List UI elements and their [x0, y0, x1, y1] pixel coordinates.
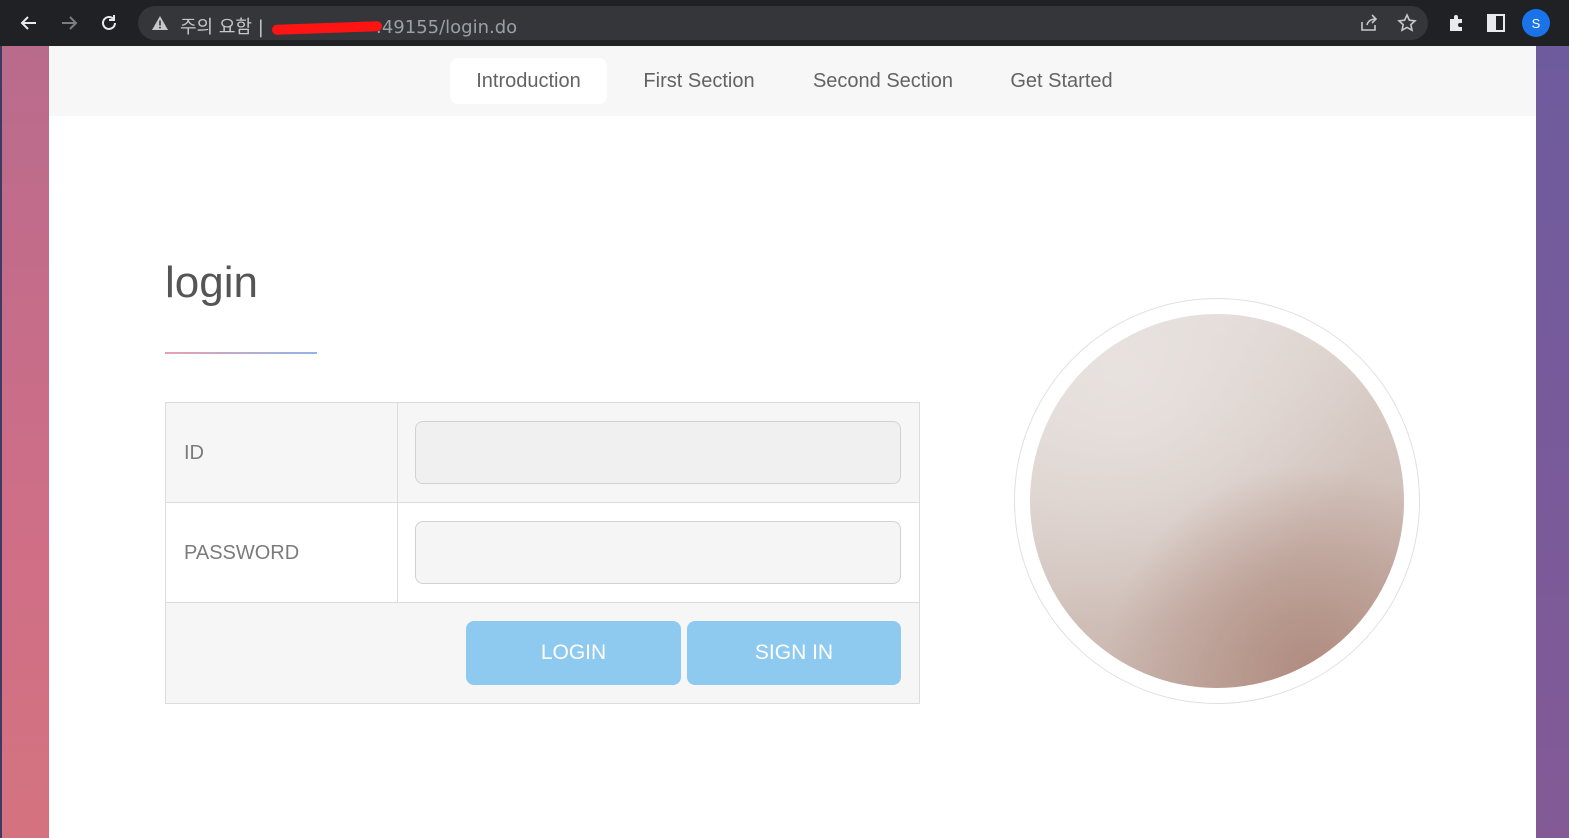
password-field-cell	[398, 503, 919, 602]
reload-icon	[102, 15, 116, 30]
puzzle-icon	[1450, 15, 1462, 31]
right-gradient-bar	[1536, 46, 1569, 838]
id-label-cell: ID	[166, 403, 398, 502]
forward-button[interactable]	[53, 7, 85, 39]
login-button[interactable]: LOGIN	[466, 621, 681, 685]
back-arrow-icon	[20, 16, 36, 30]
browser-toolbar: 주의 요함 | :49155/login.do S	[0, 0, 1569, 46]
window-edge	[0, 46, 2, 838]
nav-introduction[interactable]: Introduction	[450, 58, 607, 104]
reload-button[interactable]	[93, 7, 125, 39]
password-input[interactable]	[415, 521, 901, 584]
title-underline	[165, 352, 317, 354]
profile-image	[1030, 314, 1404, 688]
id-input[interactable]	[415, 421, 901, 484]
security-warning-label: 주의 요함	[180, 17, 252, 38]
warning-icon	[152, 16, 168, 35]
main-content: Introduction First Section Second Sectio…	[49, 46, 1536, 838]
password-row: PASSWORD	[166, 503, 919, 603]
profile-image-frame	[1014, 298, 1420, 704]
forward-arrow-icon	[62, 16, 78, 30]
id-label: ID	[184, 442, 204, 464]
side-panel-icon	[1487, 14, 1505, 32]
page-title: login	[165, 258, 258, 307]
id-field-cell	[398, 403, 919, 502]
password-label-cell: PASSWORD	[166, 503, 398, 602]
bookmark-star-icon[interactable]	[1396, 12, 1418, 34]
top-navigation: Introduction First Section Second Sectio…	[49, 46, 1536, 116]
share-icon[interactable]	[1358, 12, 1380, 34]
sign-in-button[interactable]: SIGN IN	[687, 621, 901, 685]
url-text: :49155/login.do	[375, 17, 518, 38]
extensions-button[interactable]	[1440, 7, 1472, 39]
profile-avatar[interactable]: S	[1522, 9, 1550, 37]
nav-first-section[interactable]: First Section	[624, 58, 774, 104]
back-button[interactable]	[13, 7, 45, 39]
password-label: PASSWORD	[184, 542, 300, 564]
profile-initial: S	[1531, 15, 1541, 31]
nav-second-section[interactable]: Second Section	[799, 58, 967, 104]
login-form: ID PASSWORD LOGIN SIGN IN	[165, 402, 920, 704]
address-bar[interactable]: 주의 요함 | :49155/login.do	[138, 6, 1428, 40]
nav-get-started[interactable]: Get Started	[994, 58, 1129, 104]
redacted-host	[271, 21, 382, 35]
side-panel-button[interactable]	[1480, 7, 1512, 39]
url-separator: |	[257, 17, 264, 38]
id-row: ID	[166, 403, 919, 503]
